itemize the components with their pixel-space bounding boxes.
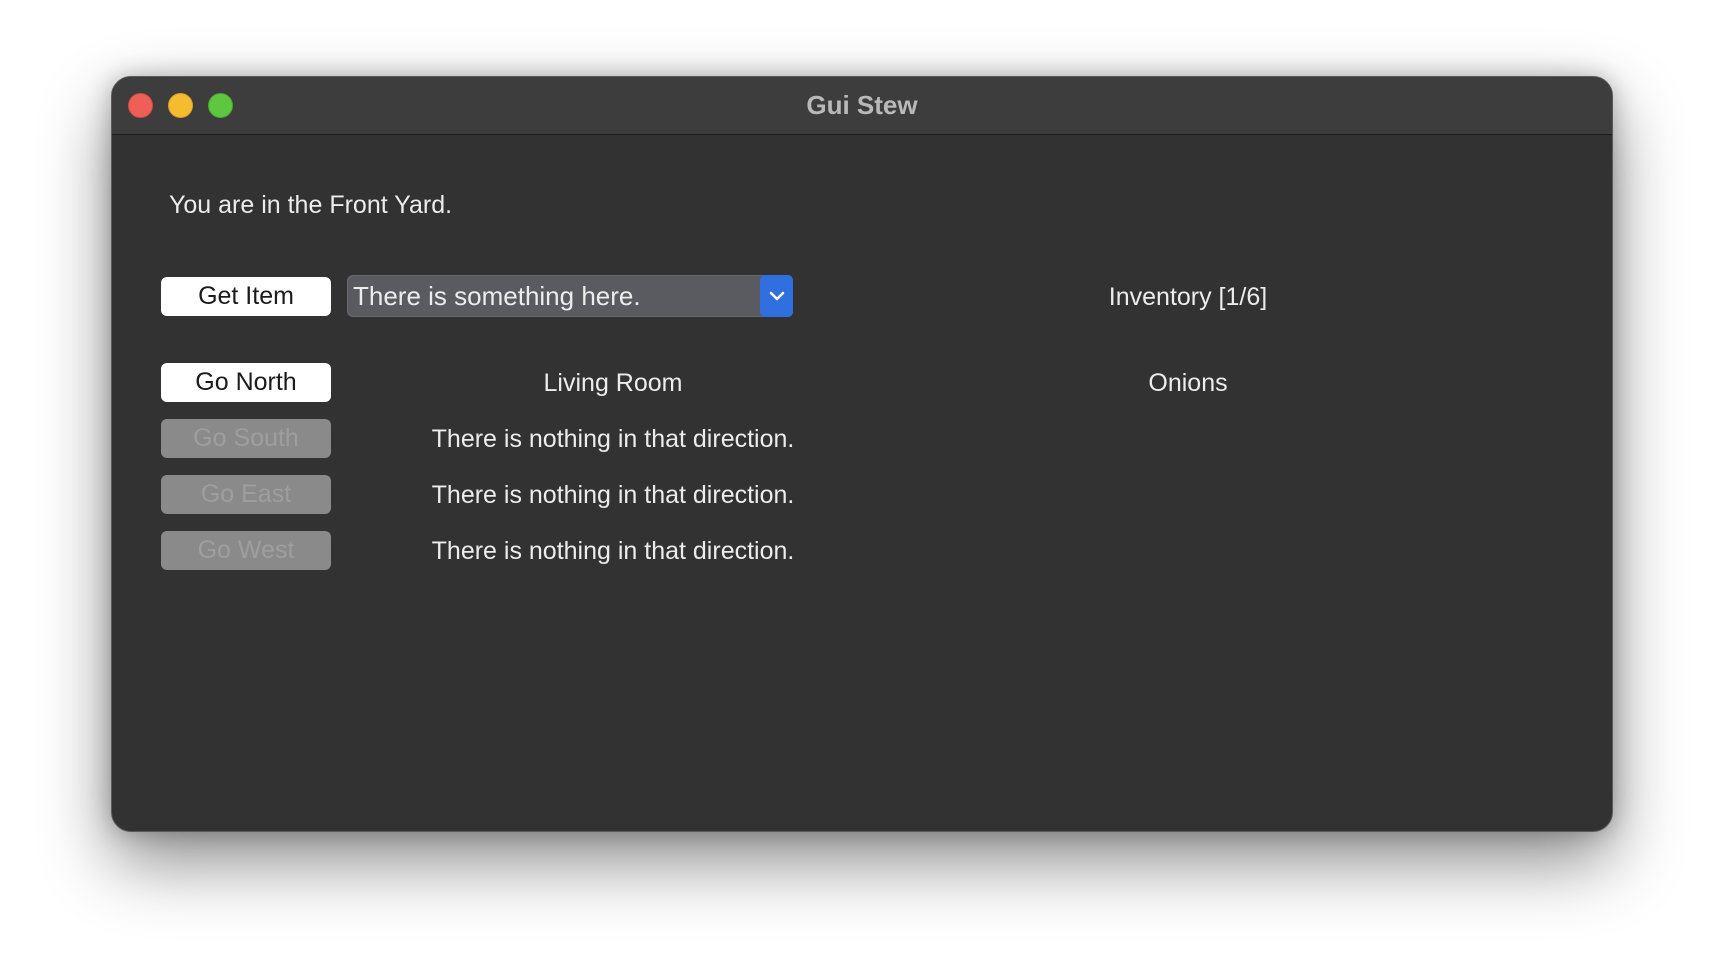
- get-item-button[interactable]: Get Item: [161, 277, 331, 316]
- item-select[interactable]: There is something here.: [347, 275, 793, 317]
- inventory-item: Onions: [1148, 369, 1228, 397]
- inventory-header: Inventory [1/6]: [1108, 283, 1268, 311]
- go-east-button[interactable]: Go East: [161, 475, 331, 514]
- north-destination: Living Room: [543, 369, 683, 397]
- go-south-button[interactable]: Go South: [161, 419, 331, 458]
- title-bar[interactable]: Gui Stew: [112, 77, 1612, 135]
- south-destination: There is nothing in that direction.: [431, 425, 795, 453]
- chevron-down-glyph: [769, 291, 784, 300]
- desktop: Gui Stew You are in the Front Yard. Get …: [0, 0, 1724, 980]
- chevron-down-icon[interactable]: [760, 275, 793, 317]
- location-text: You are in the Front Yard.: [169, 191, 453, 219]
- east-destination: There is nothing in that direction.: [431, 481, 795, 509]
- west-destination: There is nothing in that direction.: [431, 537, 795, 565]
- go-west-button[interactable]: Go West: [161, 531, 331, 570]
- window-title: Gui Stew: [806, 90, 918, 120]
- item-select-value: There is something here.: [353, 281, 641, 311]
- app-window: Gui Stew You are in the Front Yard. Get …: [111, 76, 1613, 832]
- go-north-button[interactable]: Go North: [161, 363, 331, 402]
